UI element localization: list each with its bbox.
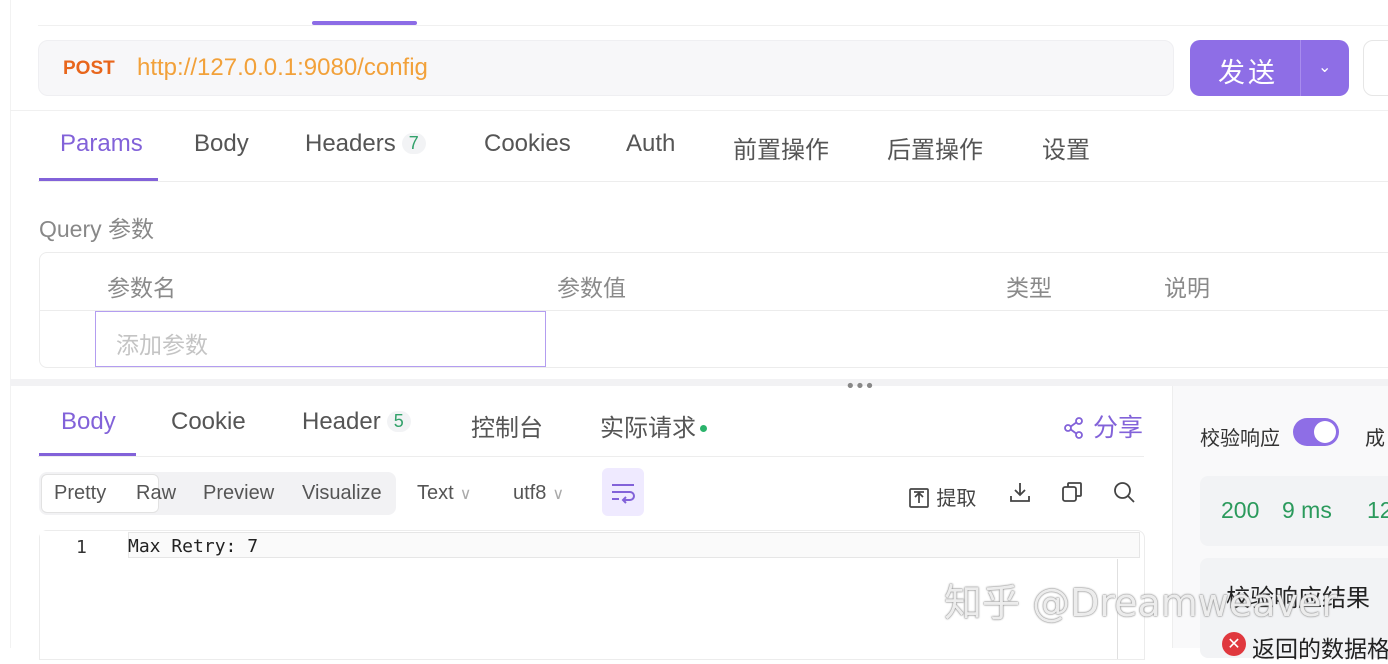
status-dot-icon — [700, 425, 707, 432]
active-line-highlight — [128, 532, 1140, 558]
tab-post-request[interactable]: 后置操作 — [887, 130, 983, 165]
share-icon — [1064, 417, 1083, 439]
success-label: 成 — [1365, 426, 1385, 450]
copy-button[interactable] — [1060, 480, 1084, 510]
top-divider — [38, 25, 1388, 26]
panel-splitter[interactable] — [10, 379, 1388, 386]
mode-pretty[interactable]: Pretty — [54, 482, 106, 505]
tab-cookies[interactable]: Cookies — [484, 130, 571, 158]
save-button[interactable] — [1363, 40, 1388, 96]
chevron-down-icon: ∨ — [459, 486, 472, 503]
validation-error-text: 返回的数据格 — [1252, 637, 1388, 663]
tab-settings[interactable]: 设置 — [1042, 130, 1090, 165]
content-type-select[interactable]: Text ∨ — [417, 482, 471, 505]
tab-actual-request-label: 实际请求 — [600, 415, 696, 442]
code-line[interactable]: Max Retry: 7 — [128, 536, 258, 557]
toggle-knob — [1314, 421, 1336, 443]
query-params-title: Query 参数 — [39, 216, 155, 242]
left-border — [10, 0, 11, 648]
add-param-input[interactable]: 添加参数 — [95, 311, 546, 367]
download-icon — [1010, 483, 1030, 502]
send-button[interactable]: 发送 ⌄ — [1190, 40, 1349, 96]
format-mode-selector: Pretty Raw Preview Visualize — [39, 472, 396, 515]
error-icon: ✕ — [1222, 632, 1246, 656]
response-tabs-divider — [38, 456, 1144, 457]
extract-label: 提取 — [936, 486, 977, 510]
content-type-value: Text — [417, 482, 454, 504]
word-wrap-button[interactable] — [602, 468, 644, 516]
watermark: 知乎 @Dreamweaver — [944, 581, 1338, 625]
tab-body[interactable]: Body — [194, 130, 249, 158]
send-label: 发送 — [1218, 58, 1278, 89]
mode-visualize[interactable]: Visualize — [302, 482, 382, 505]
headers-count-badge: 7 — [401, 133, 426, 154]
wrap-lines-icon — [612, 484, 635, 504]
column-header-name: 参数名 — [107, 276, 176, 302]
url-bar[interactable]: POST http://127.0.0.1:9080/config — [38, 40, 1174, 96]
search-button[interactable] — [1112, 480, 1136, 510]
chevron-down-icon[interactable]: ⌄ — [1318, 57, 1331, 76]
response-time: 9 ms — [1282, 497, 1332, 523]
tab-auth[interactable]: Auth — [626, 130, 675, 158]
extract-button[interactable]: 提取 — [908, 482, 976, 511]
share-label: 分享 — [1092, 413, 1143, 442]
response-size: 12 — [1367, 497, 1388, 523]
send-divider — [1300, 40, 1301, 96]
url-input[interactable]: http://127.0.0.1:9080/config — [137, 54, 428, 82]
tab-actual-request[interactable]: 实际请求 — [600, 408, 707, 443]
tab-headers-label: Headers — [305, 130, 396, 157]
extract-icon — [909, 488, 929, 508]
column-header-value: 参数值 — [557, 276, 626, 302]
line-number: 1 — [76, 537, 87, 558]
tab-console[interactable]: 控制台 — [471, 408, 543, 443]
column-header-description: 说明 — [1164, 276, 1210, 302]
copy-icon — [1062, 482, 1082, 502]
verify-response-toggle[interactable] — [1293, 418, 1339, 446]
query-params-table: 参数名 参数值 类型 说明 添加参数 — [39, 252, 1388, 368]
tab-pre-request[interactable]: 前置操作 — [733, 130, 829, 165]
encoding-select[interactable]: utf8 ∨ — [513, 482, 564, 505]
tab-response-header[interactable]: Header 5 — [302, 408, 411, 436]
share-button[interactable]: 分享 — [1063, 408, 1143, 444]
tab-response-body[interactable]: Body — [61, 408, 116, 436]
drag-handle-icon[interactable]: ••• — [845, 376, 875, 397]
chevron-down-icon: ∨ — [552, 486, 565, 503]
http-method[interactable]: POST — [63, 58, 115, 80]
encoding-value: utf8 — [513, 482, 547, 504]
column-header-type: 类型 — [1006, 276, 1052, 302]
tab-response-cookie[interactable]: Cookie — [171, 408, 246, 436]
mode-preview[interactable]: Preview — [203, 482, 274, 505]
tab-response-header-label: Header — [302, 408, 381, 435]
response-stats: 200 9 ms 12 — [1200, 476, 1388, 546]
tab-params[interactable]: Params — [60, 130, 143, 158]
header-count-badge: 5 — [386, 411, 411, 432]
divider — [10, 110, 1388, 111]
download-button[interactable] — [1008, 480, 1032, 510]
search-icon — [1114, 482, 1135, 503]
verify-response-label: 校验响应 — [1200, 426, 1280, 450]
tab-headers[interactable]: Headers 7 — [305, 130, 426, 158]
status-code: 200 — [1221, 497, 1260, 523]
tabs-divider — [38, 181, 1388, 182]
mode-raw[interactable]: Raw — [136, 482, 176, 505]
